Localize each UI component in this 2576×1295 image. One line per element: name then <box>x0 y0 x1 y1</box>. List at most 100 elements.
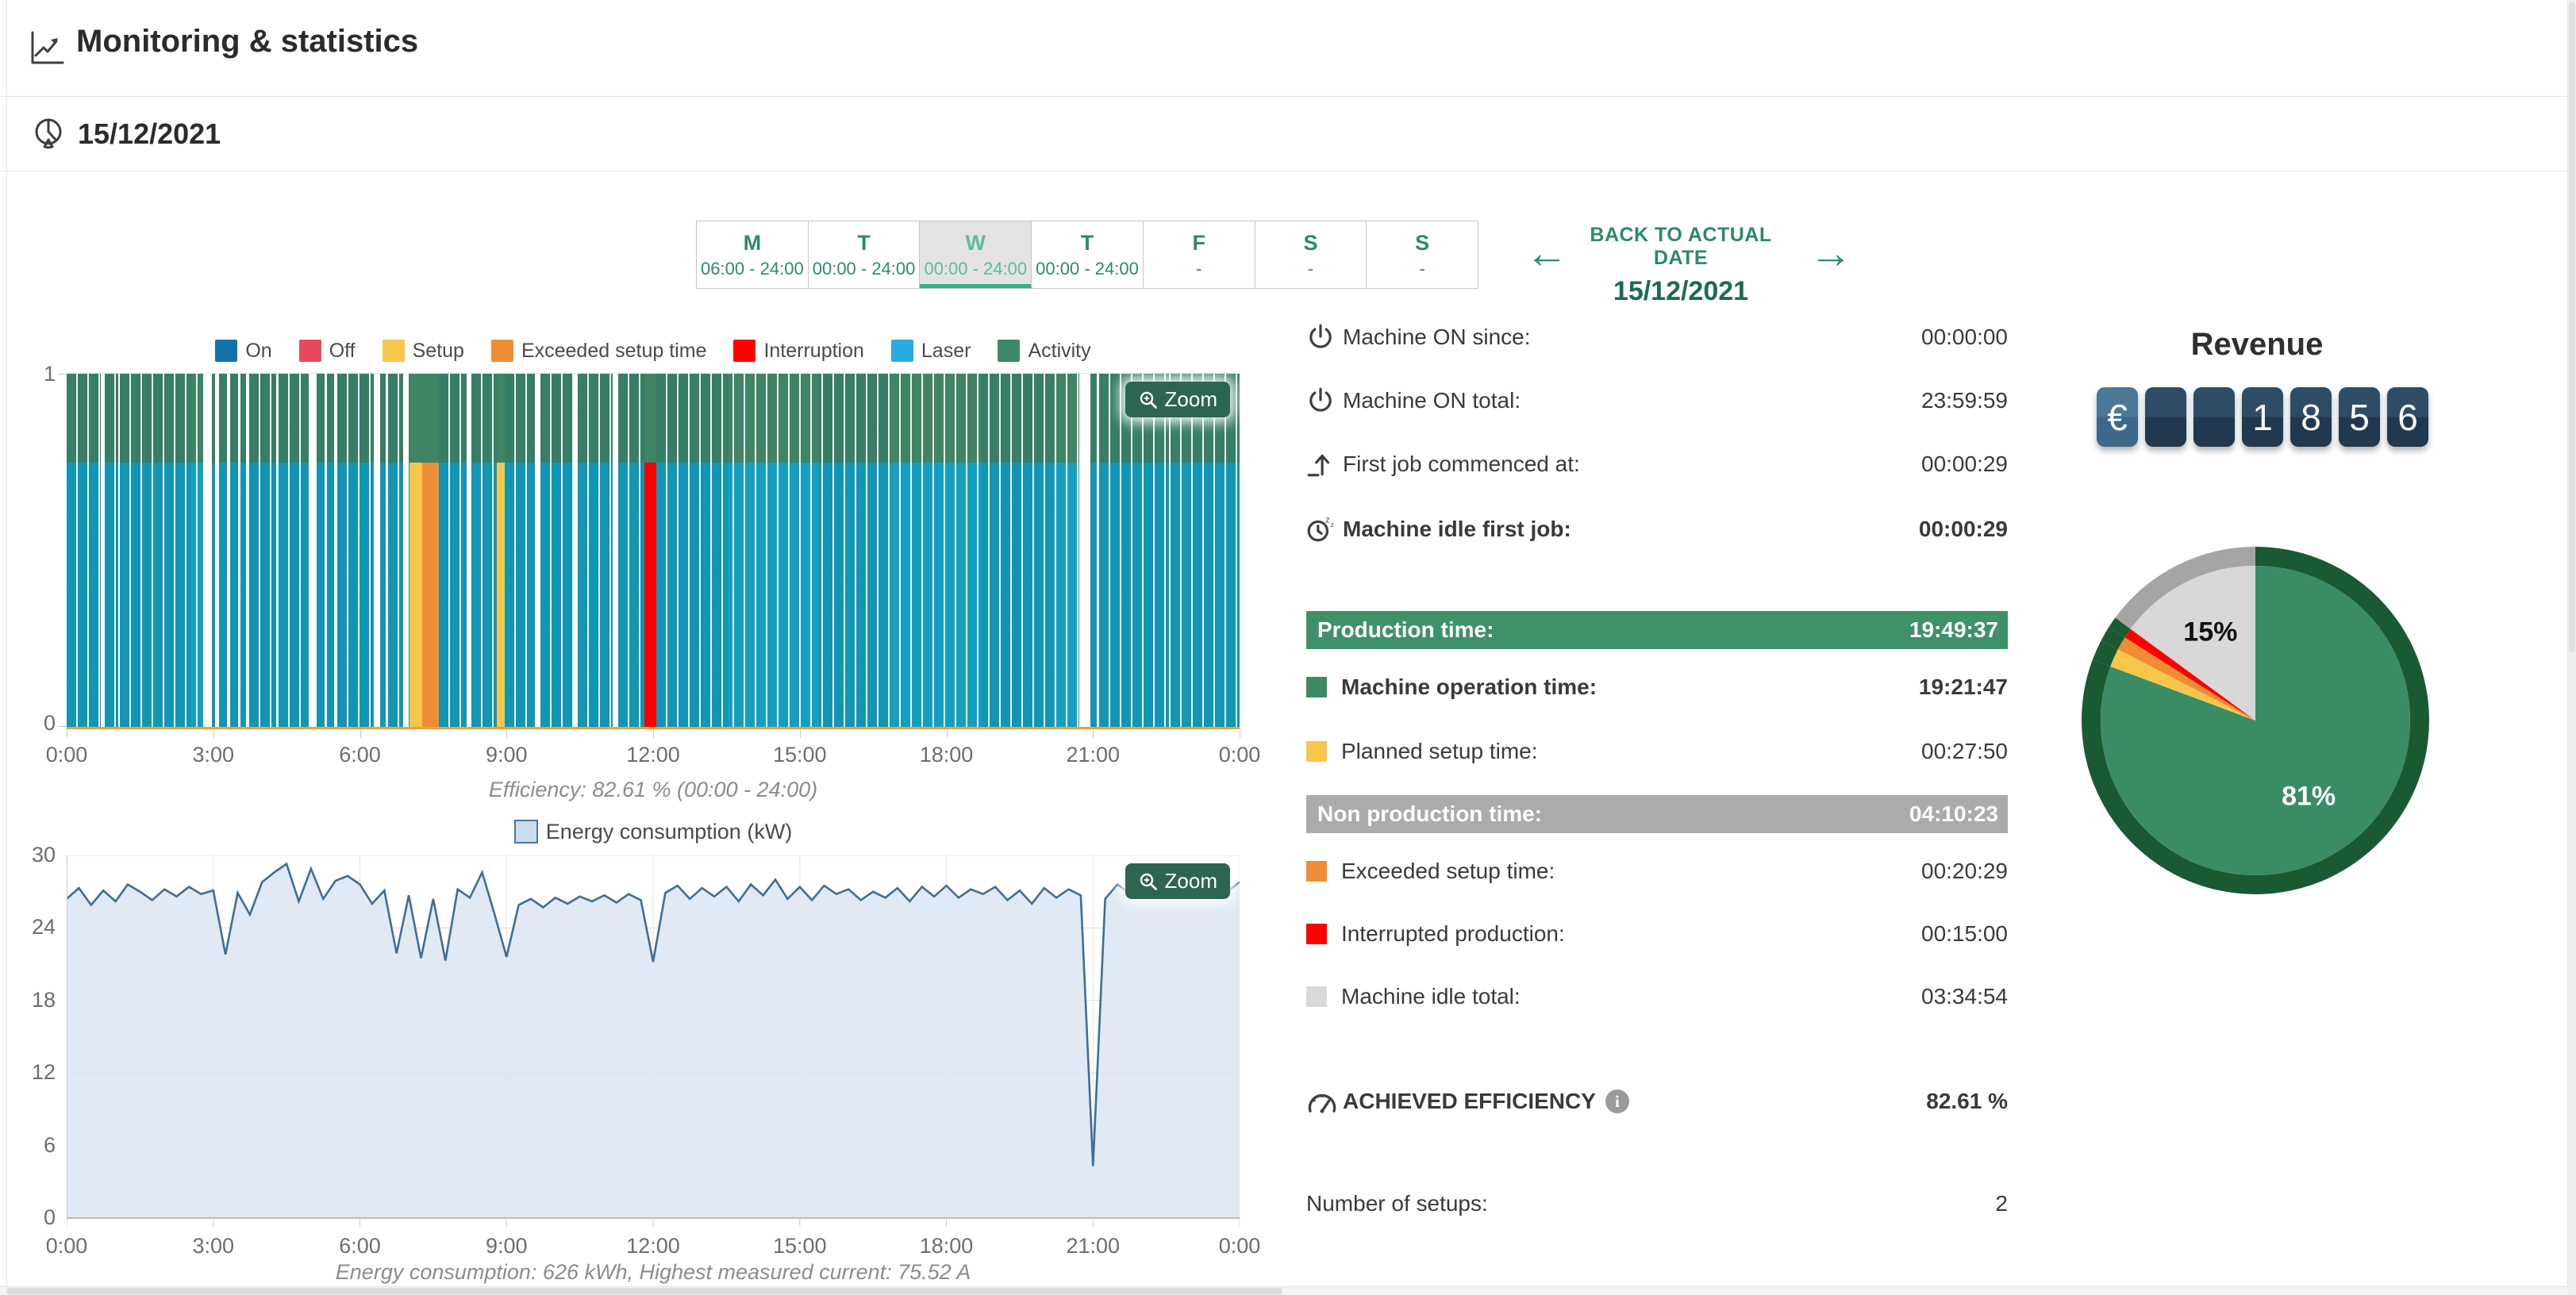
pie-label-15: 15% <box>2183 617 2237 648</box>
laser-swatch <box>891 340 913 362</box>
info-icon[interactable]: i <box>1605 1089 1629 1113</box>
energy-zoom-button[interactable]: Zoom <box>1125 863 1230 899</box>
pie-date-icon <box>32 116 65 149</box>
timeline-baseline <box>67 727 1240 729</box>
timeline-segment-idle <box>535 374 540 729</box>
off-swatch <box>299 340 321 362</box>
stat-first-job-commenced: First job commenced at: 00:00:29 <box>1306 447 2008 482</box>
timeline-segment-idle <box>374 374 381 729</box>
revenue-currency-tile: € <box>2097 387 2138 447</box>
timeline-segment-production <box>471 374 497 729</box>
legend-item-energy[interactable]: Energy consumption (kW) <box>514 820 793 844</box>
timeline-ytick-0: 0 <box>11 711 56 736</box>
non-production-time-banner: Non production time: 04:10:23 <box>1306 795 2008 833</box>
magnifier-plus-icon <box>1138 871 1159 892</box>
setup-swatch <box>383 340 405 362</box>
week-day-monday[interactable]: M 06:00 - 24:00 <box>697 221 809 288</box>
monitoring-chart-icon <box>27 29 65 67</box>
stat-achieved-efficiency: ACHIEVED EFFICIENCY i 82.61 % <box>1306 1084 2008 1119</box>
week-day-tuesday[interactable]: T 00:00 - 24:00 <box>809 221 921 288</box>
legend-item-activity[interactable]: Activity <box>998 340 1090 363</box>
stat-machine-idle-first-job: z z Machine idle first job: 00:00:29 <box>1306 512 2008 547</box>
timeline-zoom-button[interactable]: Zoom <box>1125 382 1230 417</box>
energy-ytick-12: 12 <box>11 1060 56 1085</box>
timeline-segment-setup <box>409 374 421 729</box>
activity-swatch <box>998 340 1020 362</box>
vertical-scrollbar-thumb[interactable] <box>2569 2 2575 652</box>
energy-ytick-0: 0 <box>11 1205 56 1230</box>
production-time-banner: Production time: 19:49:37 <box>1306 611 2008 649</box>
header-separator <box>0 96 2567 97</box>
stat-machine-on-since: Machine ON since: 00:00:00 <box>1306 320 2008 355</box>
efficiency-caption: Efficiency: 82.61 % (00:00 - 24:00) <box>67 778 1240 802</box>
power-icon <box>1306 323 1343 352</box>
exceeded-setup-swatch <box>1306 861 1327 882</box>
timeline-segment-production <box>327 374 334 729</box>
timeline-segment-production <box>105 374 118 729</box>
horizontal-scrollbar-thumb[interactable] <box>6 1288 1282 1294</box>
timeline-segment-production <box>540 374 574 729</box>
timeline-tick <box>59 726 67 727</box>
back-to-actual-date-button[interactable]: BACK TO ACTUAL DATE 15/12/2021 <box>1570 224 1792 307</box>
revenue-digit-tile <box>2193 387 2235 447</box>
job-start-icon <box>1306 450 1343 478</box>
legend-item-on[interactable]: On <box>215 340 271 363</box>
timeline-segment-production <box>337 374 374 729</box>
panel-left-border <box>6 0 7 1295</box>
revenue-digit-tile: 5 <box>2339 387 2380 447</box>
legend-item-interruption[interactable]: Interruption <box>733 340 863 363</box>
timeline-segment-interruption <box>644 374 656 729</box>
timeline-segment-idle <box>1079 374 1090 729</box>
timeline-segment-production <box>618 374 644 729</box>
energy-legend: Energy consumption (kW) <box>67 816 1240 847</box>
revenue-digit-tile: 8 <box>2290 387 2332 447</box>
pie-svg <box>2057 522 2454 919</box>
timeline-segment-production <box>67 374 101 729</box>
idle-clock-icon: z z <box>1306 515 1343 544</box>
legend-item-laser[interactable]: Laser <box>891 340 971 363</box>
timeline-segment-production <box>505 374 535 729</box>
revenue-digit-tile: 6 <box>2387 387 2428 447</box>
week-day-friday[interactable]: F - <box>1144 221 1255 288</box>
revenue-digit-tile <box>2145 387 2186 447</box>
legend-item-exceeded-setup[interactable]: Exceeded setup time <box>491 340 706 363</box>
page-title: Monitoring & statistics <box>76 24 418 60</box>
timeline-segment-production <box>578 374 613 729</box>
energy-caption: Energy consumption: 626 kWh, Highest mea… <box>67 1260 1240 1285</box>
timeline-segment-production <box>388 374 402 729</box>
timeline-segment-production <box>656 374 1079 729</box>
legend-item-off[interactable]: Off <box>299 340 356 363</box>
energy-consumption-chart[interactable]: Zoom <box>67 855 1240 1228</box>
stat-planned-setup-time: Planned setup time: 00:27:50 <box>1306 734 2008 769</box>
timeline-segment-production <box>249 374 276 729</box>
energy-ytick-24: 24 <box>11 915 56 940</box>
power-icon <box>1306 386 1343 415</box>
energy-x-axis-labels: 0:00 3:00 6:00 9:00 12:00 15:00 18:00 21… <box>67 1234 1240 1261</box>
timeline-segment-production <box>240 374 246 729</box>
revenue-title: Revenue <box>2097 327 2417 363</box>
timeline-segment-production <box>1090 374 1098 729</box>
week-day-saturday[interactable]: S - <box>1255 221 1367 288</box>
energy-area-chart-svg <box>67 855 1240 1228</box>
timeline-segment-production <box>279 374 309 729</box>
timeline-segment-production <box>439 374 466 729</box>
timeline-segment-production <box>317 374 324 729</box>
legend-item-setup[interactable]: Setup <box>383 340 464 363</box>
week-day-sunday[interactable]: S - <box>1367 221 1478 288</box>
next-day-arrow-icon[interactable]: → <box>1809 232 1852 275</box>
energy-ytick-18: 18 <box>11 988 56 1013</box>
stat-machine-idle-total: Machine idle total: 03:34:54 <box>1306 979 2008 1014</box>
stat-machine-on-total: Machine ON total: 23:59:59 <box>1306 383 2008 418</box>
energy-swatch <box>514 820 538 843</box>
current-date: 15/12/2021 <box>78 117 221 151</box>
monitoring-dashboard: Monitoring & statistics 15/12/2021 M 06:… <box>0 0 2576 1295</box>
stat-machine-operation-time: Machine operation time: 19:21:47 <box>1306 670 2008 705</box>
week-day-thursday[interactable]: T 00:00 - 24:00 <box>1032 221 1144 288</box>
week-day-wednesday-selected[interactable]: W 00:00 - 24:00 <box>920 221 1032 288</box>
time-distribution-pie-chart: 81% 15% <box>2057 522 2454 919</box>
machine-state-timeline-chart[interactable]: Zoom <box>67 373 1240 729</box>
timeline-segment-production <box>120 374 203 729</box>
previous-day-arrow-icon[interactable]: ← <box>1525 232 1568 275</box>
interrupted-swatch <box>1306 924 1327 944</box>
timeline-segment-exceeded_setup <box>422 374 440 729</box>
